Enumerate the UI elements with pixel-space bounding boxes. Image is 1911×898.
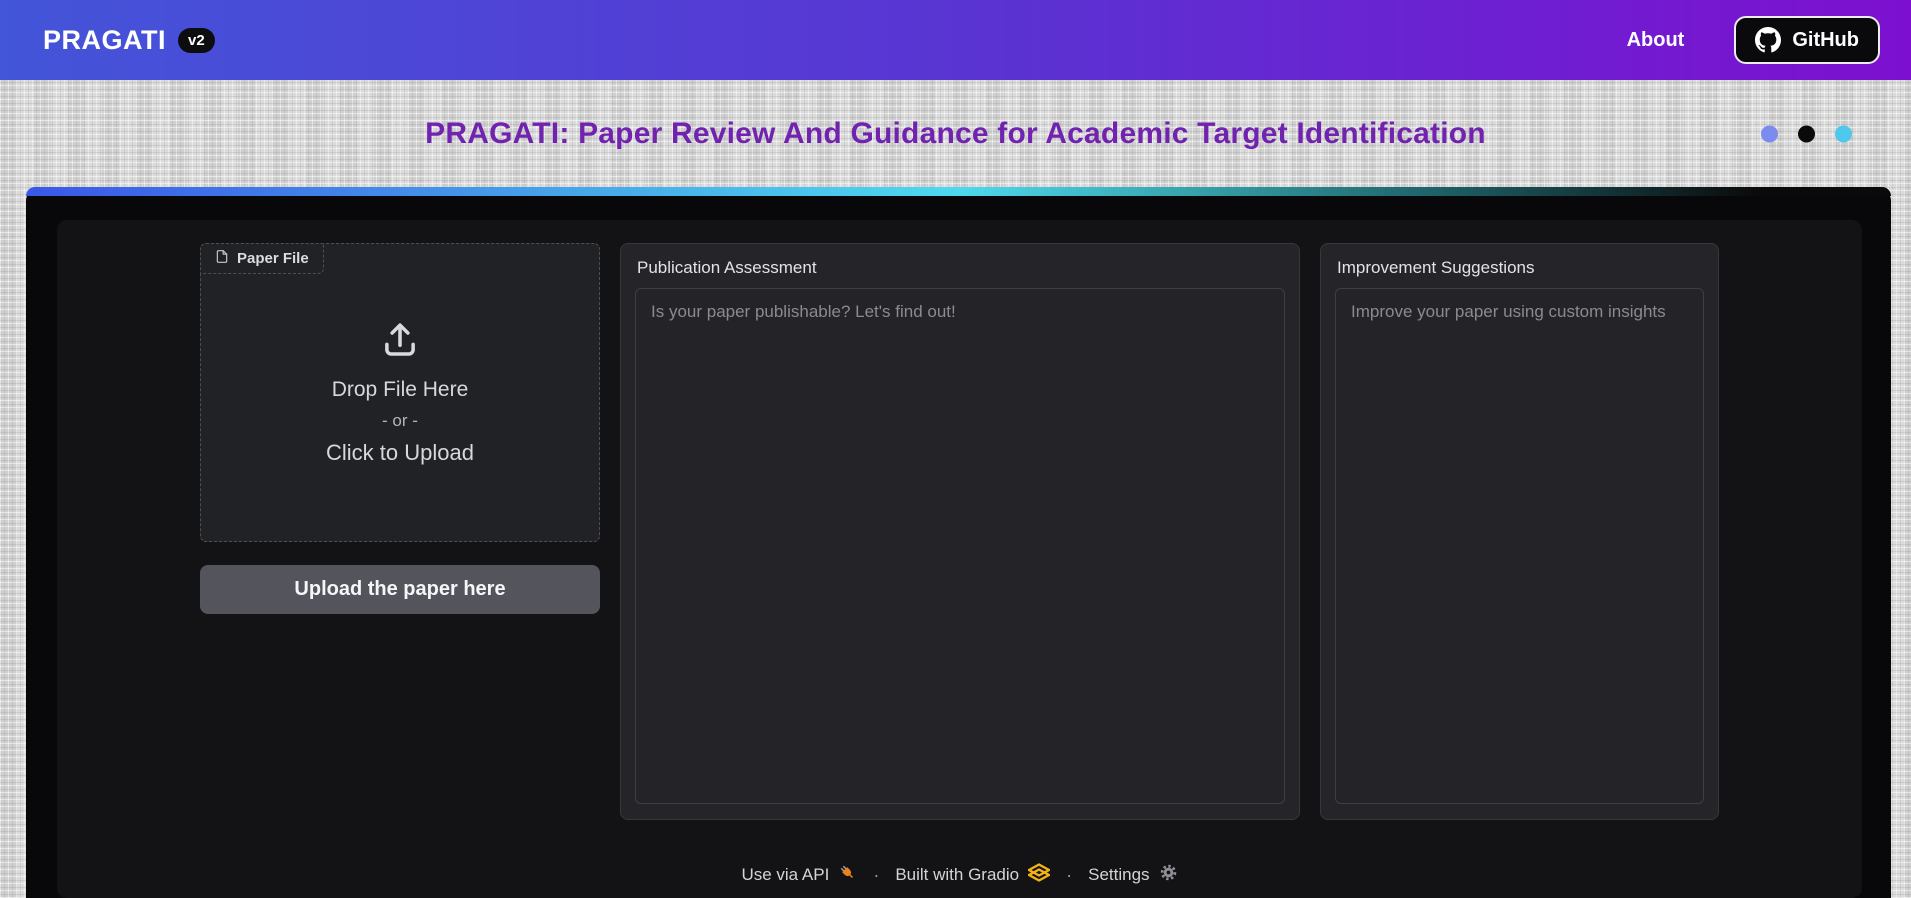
dot-black-icon — [1798, 125, 1815, 142]
settings-link[interactable]: Settings — [1088, 863, 1177, 887]
or-text: - or - — [382, 411, 418, 430]
drop-file-text: Drop File Here — [331, 378, 469, 401]
gear-icon — [1159, 863, 1178, 887]
built-with-gradio-label: Built with Gradio — [895, 865, 1020, 884]
dot-blue-icon — [1761, 125, 1778, 142]
gradio-footer: Use via API · Built with Gradio · Settin… — [57, 863, 1862, 887]
upload-paper-button[interactable]: Upload the paper here — [200, 565, 600, 614]
gradio-logo-icon — [1027, 863, 1051, 887]
use-via-api-link[interactable]: Use via API — [741, 863, 857, 887]
footer-separator: · — [1066, 864, 1073, 885]
card-gradient-bar — [26, 187, 1891, 196]
page: { "navbar": { "brand": "PRAGATI", "versi… — [0, 0, 1911, 898]
improvement-suggestions-label: Improvement Suggestions — [1337, 258, 1535, 277]
improvement-suggestions-textbox[interactable] — [1335, 288, 1704, 804]
github-button[interactable]: GitHub — [1734, 16, 1880, 64]
about-link[interactable]: About — [1627, 29, 1685, 52]
dropzone-content: Drop File Here - or - Click to Upload — [201, 244, 599, 541]
publication-assessment-textbox[interactable] — [635, 288, 1285, 804]
status-dots — [1761, 125, 1852, 142]
upload-icon — [379, 319, 421, 378]
built-with-gradio-link[interactable]: Built with Gradio — [895, 863, 1051, 887]
settings-label: Settings — [1088, 865, 1150, 884]
app-inner-container: Paper File Drop File Here - or - Click t… — [57, 220, 1862, 898]
improvement-suggestions-panel: Improvement Suggestions — [1320, 243, 1719, 820]
click-upload-text[interactable]: Click to Upload — [326, 440, 474, 466]
file-dropzone[interactable]: Paper File Drop File Here - or - Click t… — [200, 243, 600, 542]
publication-assessment-panel: Publication Assessment — [620, 243, 1300, 820]
app-card: Paper File Drop File Here - or - Click t… — [26, 187, 1891, 898]
plug-icon — [838, 863, 857, 887]
footer-separator: · — [873, 864, 880, 885]
brand: PRAGATI v2 — [43, 25, 215, 56]
github-button-label: GitHub — [1792, 28, 1859, 51]
version-badge: v2 — [178, 27, 215, 53]
content-row: Paper File Drop File Here - or - Click t… — [57, 220, 1862, 820]
upload-column: Paper File Drop File Here - or - Click t… — [200, 243, 600, 820]
navbar: PRAGATI v2 About GitHub — [0, 0, 1911, 80]
dot-cyan-icon — [1835, 125, 1852, 142]
title-row: PRAGATI: Paper Review And Guidance for A… — [0, 80, 1911, 187]
github-icon — [1755, 27, 1782, 53]
publication-assessment-label: Publication Assessment — [637, 258, 817, 277]
brand-name: PRAGATI — [43, 24, 166, 55]
use-via-api-label: Use via API — [741, 865, 830, 884]
page-title: PRAGATI: Paper Review And Guidance for A… — [425, 116, 1486, 150]
